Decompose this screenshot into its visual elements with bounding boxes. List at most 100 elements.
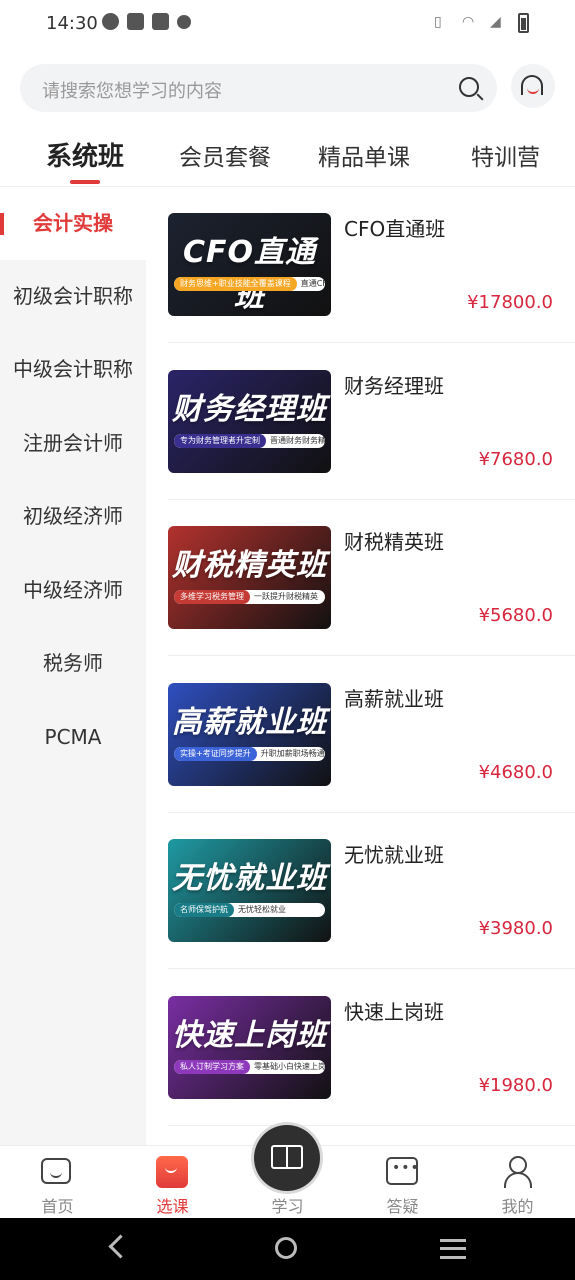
- course-name: 无忧就业班: [344, 843, 444, 867]
- sidebar-item-label: 税务师: [43, 651, 103, 675]
- tab-profile[interactable]: 我的: [460, 1146, 575, 1219]
- thumbnail-title: 财税精英班: [172, 548, 327, 583]
- tagline-right: 一跃提升财税精英: [254, 592, 318, 601]
- course-item[interactable]: 快速上岗班 私人订制学习方案 零基础小白快速上岗! 快速上岗班 ¥1980.0: [168, 970, 575, 1126]
- system-icons: ▯ ◠ ◢: [434, 13, 529, 33]
- thumbnail-tagline: 多维学习税务管理 一跃提升财税精英: [174, 590, 325, 604]
- speed-icon: [102, 13, 119, 30]
- search-placeholder: 请搜索您想学习的内容: [42, 81, 222, 102]
- course-item[interactable]: 财务经理班专为财务管理者升定制晋通财务财务精英必学财务经理班 ¥7680.0: [168, 344, 575, 500]
- thumbnail-tagline: 实操+考证同步提升升职加薪职场畅通无阻: [174, 746, 325, 761]
- tab-system-class[interactable]: 系统班: [46, 136, 124, 173]
- sidebar-item-label: 初级会计职称: [13, 284, 133, 308]
- course-name: 快速上岗班: [344, 999, 444, 1024]
- course-item[interactable]: 高薪就业班实操+考证同步提升升职加薪职场畅通无阻高薪就业班¥4680.0: [168, 657, 575, 813]
- sidebar-item-label: PCMA: [44, 725, 102, 749]
- tagline-left: 财务思维+职业技能全覆盖课程: [174, 277, 297, 291]
- sidebar-item-pcma[interactable]: PCMA: [0, 701, 146, 774]
- tagline-right: 升职加薪职场畅通无阻: [260, 748, 325, 758]
- sidebar-item-label: 会计实操: [33, 211, 113, 235]
- active-indicator: [0, 213, 4, 235]
- course-thumbnail[interactable]: 无忧就业班名师保驾护航 无忧轻松就业: [168, 839, 331, 942]
- vibrate-icon: ▯: [434, 14, 442, 30]
- thumbnail-title: CFO直通班: [182, 235, 316, 314]
- tagline-right: 无忧轻松就业: [238, 905, 286, 914]
- tagline-left: 专为财务管理者升定制: [174, 433, 266, 448]
- home-icon: [41, 1158, 71, 1184]
- tab-courses[interactable]: 选课: [115, 1146, 230, 1219]
- book-icon: [271, 1145, 303, 1169]
- thumbnail-title: 无忧就业班: [172, 861, 327, 896]
- search-icon[interactable]: [459, 77, 479, 97]
- sidebar-item-cpa[interactable]: 注册会计师: [0, 407, 146, 480]
- customer-service-button[interactable]: [511, 64, 555, 108]
- sidebar-item-junior-economist[interactable]: 初级经济师: [0, 480, 146, 553]
- wifi-icon: ◠: [462, 14, 475, 30]
- study-button[interactable]: [254, 1125, 320, 1191]
- tagline-left: 多维学习税务管理: [174, 590, 250, 604]
- sidebar: 会计实操 初级会计职称 中级会计职称 注册会计师 初级经济师 中级经济师 税务师…: [0, 187, 146, 1145]
- tab-label: 答疑: [386, 1197, 419, 1216]
- home-circle-icon[interactable]: [275, 1237, 297, 1259]
- tagline-right: 零基础小白快速上岗!: [254, 1061, 325, 1071]
- course-price: ¥4680.0: [478, 761, 553, 783]
- status-bar: 14:30 ▯ ◠ ◢: [0, 0, 575, 48]
- divider: [168, 1124, 575, 1126]
- course-name: 财务经理班: [344, 373, 444, 398]
- system-nav-bar: [0, 1218, 575, 1280]
- sidebar-item-label: 中级经济师: [23, 578, 123, 602]
- course-name: 高薪就业班: [344, 686, 444, 711]
- sidebar-item-junior-accountant[interactable]: 初级会计职称: [0, 260, 146, 333]
- thumbnail-tagline: 专为财务管理者升定制晋通财务财务精英必学: [174, 433, 325, 448]
- menu-icon[interactable]: [440, 1239, 466, 1259]
- course-price: ¥5680.0: [478, 605, 553, 626]
- sidebar-item-accounting-practice[interactable]: 会计实操: [0, 187, 146, 260]
- tab-premium-course[interactable]: 精品单课: [318, 138, 410, 172]
- tab-training-camp[interactable]: 特训营: [471, 138, 540, 172]
- course-item[interactable]: 无忧就业班 名师保驾护航 无忧轻松就业 无忧就业班 ¥3980.0: [168, 813, 575, 969]
- course-price: ¥3980.0: [478, 918, 553, 939]
- battery-icon: [518, 13, 529, 33]
- tab-label: 选课: [156, 1197, 189, 1216]
- thumbnail-tagline: 名师保驾护航 无忧轻松就业: [174, 903, 325, 917]
- tab-qa[interactable]: 答疑: [345, 1146, 460, 1219]
- user-icon: [502, 1156, 532, 1188]
- shield-icon: [177, 15, 191, 29]
- sidebar-item-tax-agent[interactable]: 税务师: [0, 627, 146, 700]
- tab-label: 首页: [41, 1197, 74, 1216]
- search-input[interactable]: 请搜索您想学习的内容: [20, 64, 497, 112]
- course-thumbnail[interactable]: 财税精英班多维学习税务管理 一跃提升财税精英: [168, 526, 331, 629]
- shopping-bag-icon: [156, 1156, 188, 1188]
- course-thumbnail[interactable]: 财务经理班专为财务管理者升定制晋通财务财务精英必学: [168, 369, 331, 473]
- tagline-left: 名师保驾护航: [174, 903, 234, 917]
- tab-home[interactable]: 首页: [0, 1146, 115, 1219]
- course-thumbnail[interactable]: 高薪就业班实操+考证同步提升升职加薪职场畅通无阻: [168, 682, 331, 786]
- course-price: ¥7680.0: [478, 448, 553, 470]
- sidebar-item-label: 初级经济师: [23, 504, 123, 528]
- tab-membership[interactable]: 会员套餐: [179, 138, 271, 172]
- tagline-right: 晋通财务财务精英必学: [270, 435, 325, 445]
- course-item[interactable]: CFO直通班财务思维+职业技能全覆盖课程直通CFO财务巅峰CFO直通班¥1780…: [168, 187, 575, 343]
- active-tab-indicator: [70, 180, 100, 184]
- mail-icon: [127, 13, 144, 30]
- course-name: 财税精英班: [344, 530, 444, 554]
- mail-icon-2: [152, 13, 169, 30]
- signal-icon: ◢: [490, 14, 501, 30]
- sidebar-item-intermediate-accountant[interactable]: 中级会计职称: [0, 333, 146, 406]
- back-icon[interactable]: [108, 1234, 133, 1259]
- category-tabs: 系统班 会员套餐 精品单课 特训营: [0, 130, 575, 187]
- course-item[interactable]: 财税精英班 多维学习税务管理 一跃提升财税精英 财税精英班 ¥5680.0: [168, 500, 575, 656]
- tab-label: 我的: [501, 1197, 534, 1216]
- sidebar-item-label: 注册会计师: [23, 431, 123, 455]
- course-thumbnail[interactable]: 快速上岗班私人订制学习方案 零基础小白快速上岗!: [168, 995, 331, 1099]
- thumbnail-tagline: 私人订制学习方案 零基础小白快速上岗!: [174, 1059, 325, 1074]
- course-thumbnail[interactable]: CFO直通班财务思维+职业技能全覆盖课程直通CFO财务巅峰: [168, 213, 331, 316]
- chat-icon: [386, 1157, 420, 1185]
- tagline-right: 直通CFO财务巅峰: [300, 279, 325, 288]
- sidebar-item-intermediate-economist[interactable]: 中级经济师: [0, 554, 146, 627]
- notification-icons: [102, 13, 191, 30]
- course-price: ¥1980.0: [478, 1074, 553, 1096]
- tab-label: 学习: [271, 1197, 304, 1216]
- thumbnail-title: 快速上岗班: [172, 1017, 327, 1053]
- thumbnail-title: 高薪就业班: [172, 704, 327, 740]
